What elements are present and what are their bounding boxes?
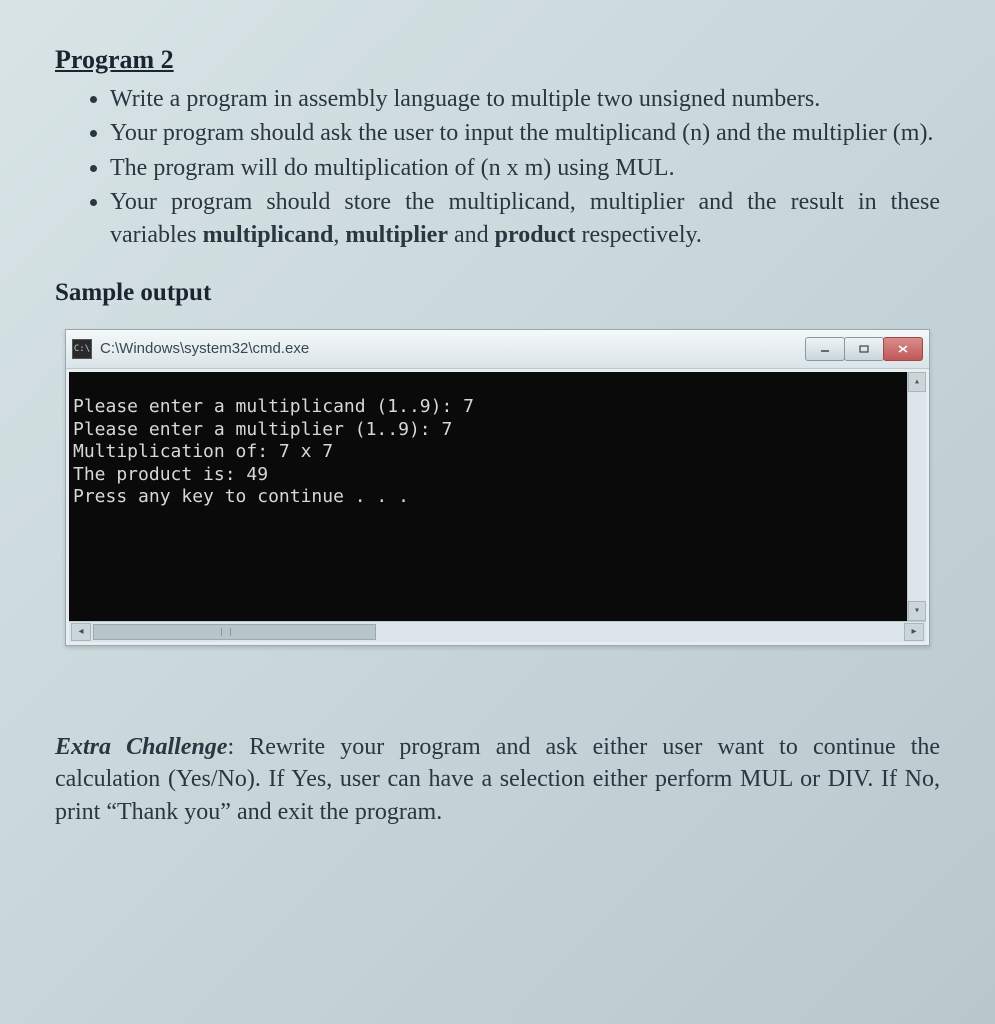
console-line: The product is: 49 xyxy=(73,464,922,487)
list-item: Your program should store the multiplica… xyxy=(110,186,940,251)
window-controls xyxy=(806,337,923,361)
var-product: product xyxy=(495,222,576,248)
console-line: Please enter a multiplier (1..9): 7 xyxy=(73,419,922,442)
window-titlebar: C:\ C:\Windows\system32\cmd.exe xyxy=(66,330,929,369)
console-line: Multiplication of: 7 x 7 xyxy=(73,441,922,464)
minimize-button[interactable] xyxy=(805,337,845,361)
window-title: C:\Windows\system32\cmd.exe xyxy=(100,340,309,357)
titlebar-left: C:\ C:\Windows\system32\cmd.exe xyxy=(72,339,309,359)
close-button[interactable] xyxy=(883,337,923,361)
text: respectively. xyxy=(576,222,702,248)
scroll-up-arrow-icon[interactable]: ▴ xyxy=(908,372,926,392)
console-output: Please enter a multiplicand (1..9): 7Ple… xyxy=(69,372,926,621)
scroll-down-arrow-icon[interactable]: ▾ xyxy=(908,601,926,621)
console-line: Press any key to continue . . . xyxy=(73,486,922,509)
scroll-left-arrow-icon[interactable]: ◂ xyxy=(71,623,91,641)
list-item: The program will do multiplication of (n… xyxy=(110,152,940,184)
maximize-button[interactable] xyxy=(844,337,884,361)
console-line: Please enter a multiplicand (1..9): 7 xyxy=(73,396,922,419)
horizontal-scrollbar[interactable]: ◂ ▸ xyxy=(69,621,926,642)
list-item: Your program should ask the user to inpu… xyxy=(110,117,940,149)
scroll-grip-icon xyxy=(221,628,231,636)
var-multiplicand: multiplicand xyxy=(203,222,334,248)
program-title: Program 2 xyxy=(55,45,940,75)
requirements-list: Write a program in assembly language to … xyxy=(55,83,940,251)
scroll-thumb[interactable] xyxy=(93,624,376,640)
console-body-wrap: Please enter a multiplicand (1..9): 7Ple… xyxy=(66,369,929,645)
text: , xyxy=(333,222,345,248)
var-multiplier: multiplier xyxy=(345,222,448,248)
cmd-icon: C:\ xyxy=(72,339,92,359)
scroll-right-arrow-icon[interactable]: ▸ xyxy=(904,623,924,641)
scroll-track[interactable] xyxy=(93,624,902,640)
extra-challenge: Extra Challenge: Rewrite your program an… xyxy=(55,731,940,828)
extra-challenge-label: Extra Challenge xyxy=(55,734,227,760)
sample-output-heading: Sample output xyxy=(55,279,940,307)
vertical-scrollbar[interactable]: ▴ ▾ xyxy=(907,372,926,621)
cmd-window: C:\ C:\Windows\system32\cmd.exe Please e… xyxy=(65,329,930,646)
text: and xyxy=(448,222,495,248)
document-page: Program 2 Write a program in assembly la… xyxy=(0,0,995,1024)
list-item: Write a program in assembly language to … xyxy=(110,83,940,115)
